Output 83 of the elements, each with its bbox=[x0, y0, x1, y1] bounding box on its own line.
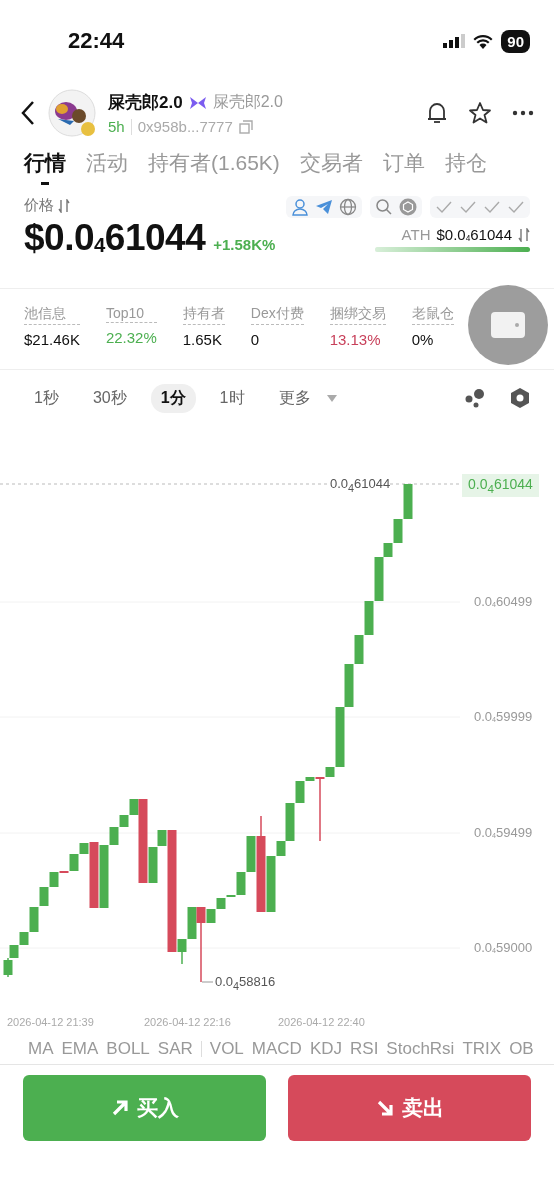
indicator-tab[interactable]: KDJ bbox=[309, 1039, 342, 1059]
price-axis-label: 0.0$_{4}$59000 bbox=[474, 940, 533, 955]
price-axis-label: 0.0$_{4}$60499 bbox=[474, 594, 533, 609]
indicator-tab[interactable]: OB bbox=[509, 1039, 534, 1059]
settings-icon[interactable] bbox=[510, 387, 530, 409]
arrow-up-right-icon bbox=[110, 1099, 129, 1117]
current-price-tag: 0.0$_{4}$61044 bbox=[462, 474, 539, 497]
tab[interactable]: 活动 bbox=[86, 149, 128, 185]
ath-value: $0.0$_{4}$61044 bbox=[436, 226, 512, 243]
timeframe-tab[interactable]: 1分 bbox=[150, 383, 196, 413]
token-age: 5h bbox=[108, 118, 125, 135]
time-axis-label: 2026-04-12 22:40 bbox=[278, 1016, 365, 1028]
globe-icon[interactable] bbox=[339, 198, 357, 216]
indicator-tab[interactable]: TRIX bbox=[462, 1039, 502, 1059]
back-icon[interactable] bbox=[20, 100, 36, 126]
stat-value: 22.32% bbox=[105, 329, 157, 346]
stat-label[interactable]: 持有者 bbox=[182, 305, 225, 325]
stat-label[interactable]: Dex付费 bbox=[250, 305, 304, 325]
ath-label: ATH bbox=[401, 226, 431, 243]
search-icon[interactable] bbox=[375, 198, 393, 216]
more-icon[interactable] bbox=[512, 110, 534, 116]
indicator-tab[interactable]: BOLL bbox=[106, 1039, 150, 1059]
wifi-icon bbox=[473, 33, 494, 49]
indicator-tab[interactable]: MA bbox=[28, 1039, 54, 1059]
stat-value: 0% bbox=[411, 331, 435, 348]
indicator-tab[interactable]: EMA bbox=[61, 1039, 99, 1059]
check-icon bbox=[435, 200, 453, 214]
stat-value: 0 bbox=[250, 331, 261, 348]
stat-label[interactable]: 老鼠仓 bbox=[411, 305, 454, 325]
stat-label[interactable]: 捆绑交易 bbox=[329, 305, 386, 325]
sell-button[interactable]: 卖出 bbox=[288, 1075, 531, 1141]
token-name: 屎壳郎2.0 bbox=[108, 92, 183, 114]
time-axis-label: 2026-04-12 22:16 bbox=[144, 1016, 231, 1028]
indicator-tab[interactable]: MACD bbox=[251, 1039, 302, 1059]
swap-icon[interactable] bbox=[518, 227, 530, 242]
low-price-label: 0.0$_{4}$58816 bbox=[215, 974, 276, 992]
stat-label[interactable]: Top10 bbox=[105, 305, 157, 323]
time-axis-label: 2026-04-12 21:39 bbox=[7, 1016, 94, 1028]
check-icon bbox=[507, 200, 525, 214]
star-icon[interactable] bbox=[468, 101, 492, 125]
timeframe-tab[interactable]: 1时 bbox=[209, 383, 255, 413]
indicator-tab[interactable]: VOL bbox=[209, 1039, 244, 1059]
tab[interactable]: 行情 bbox=[24, 149, 66, 185]
candle bbox=[364, 601, 374, 635]
timeframe-tab[interactable]: 1秒 bbox=[24, 383, 69, 413]
token-symbol: 屎壳郎2.0 bbox=[212, 92, 283, 112]
telegram-icon[interactable] bbox=[315, 198, 333, 216]
indicator-tab[interactable]: SAR bbox=[157, 1039, 193, 1059]
indicator-tab[interactable]: RSI bbox=[350, 1039, 379, 1059]
tab[interactable]: 交易者 bbox=[299, 149, 363, 185]
check-icon bbox=[483, 200, 501, 214]
dots-icon[interactable] bbox=[464, 388, 486, 408]
stat-label[interactable]: 池信息 bbox=[24, 305, 80, 325]
stat-value: 1.65K bbox=[182, 331, 223, 348]
price-label: 价格 bbox=[24, 196, 54, 215]
more-dropdown[interactable]: 更多 bbox=[268, 383, 321, 413]
high-price-label: 0.0$_{4}$61044 bbox=[330, 476, 391, 494]
candle bbox=[39, 887, 49, 906]
price-axis-label: 0.0$_{4}$59999 bbox=[474, 709, 533, 724]
tab[interactable]: 订单 bbox=[382, 149, 425, 185]
price-axis-label: 0.0$_{4}$59499 bbox=[474, 825, 533, 840]
indicator-tab[interactable]: StochRsi bbox=[386, 1039, 455, 1059]
stat-value: 13.13% bbox=[329, 331, 382, 348]
battery-level: 90 bbox=[501, 29, 530, 53]
cube-icon[interactable] bbox=[399, 198, 417, 216]
buy-button[interactable]: 买入 bbox=[23, 1075, 266, 1141]
arrow-down-right-icon bbox=[375, 1099, 394, 1117]
signal-icon bbox=[443, 34, 466, 48]
bell-icon[interactable] bbox=[426, 101, 448, 125]
tab[interactable]: 持有者(1.65K) bbox=[148, 149, 280, 185]
stat-value: $21.46K bbox=[24, 331, 80, 348]
price-change: +1.58K% bbox=[213, 236, 276, 253]
leader-line bbox=[201, 981, 214, 983]
wallet-icon bbox=[490, 311, 526, 339]
tab[interactable]: 持仓 bbox=[444, 149, 487, 185]
contract-address: 0x958b...7777 bbox=[137, 118, 233, 135]
user-icon[interactable] bbox=[291, 198, 309, 216]
swap-icon[interactable] bbox=[58, 198, 70, 213]
butterfly-icon bbox=[188, 95, 207, 110]
check-icon bbox=[459, 200, 477, 214]
status-time: 22:44 bbox=[68, 28, 125, 54]
timeframe-tab[interactable]: 30秒 bbox=[82, 383, 137, 413]
caret-icon bbox=[326, 394, 337, 402]
